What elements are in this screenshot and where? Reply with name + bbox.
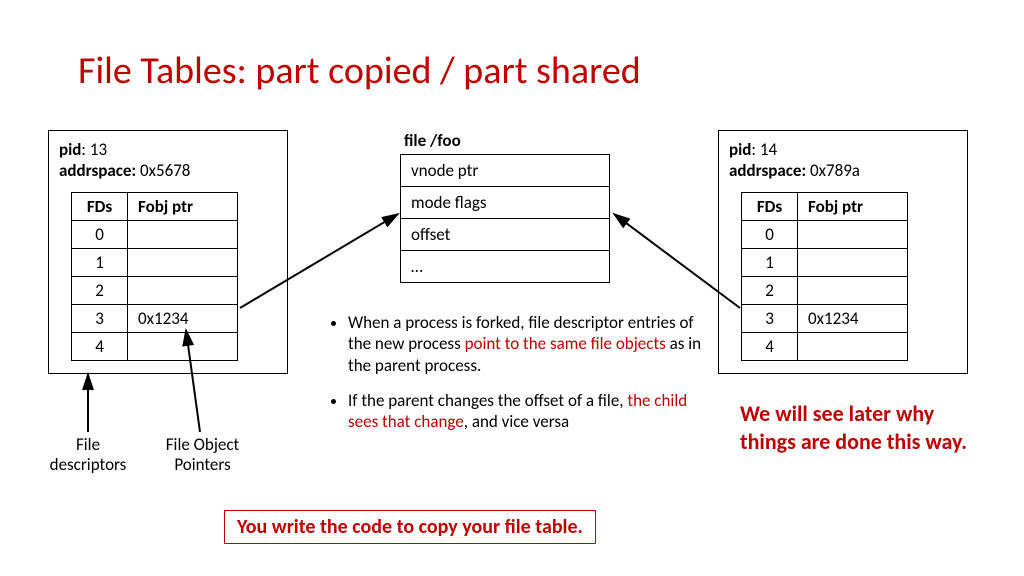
fd-table-left: FDsFobj ptr 0 1 2 30x1234 4 xyxy=(71,192,238,361)
file-label: file /foo xyxy=(404,130,610,151)
process-header-left: pid: 13 addrspace: 0x5678 xyxy=(59,139,277,182)
table-row: 4 xyxy=(72,332,238,360)
table-row: 0 xyxy=(742,220,908,248)
annot-file-descriptors: File descriptors xyxy=(38,435,138,474)
table-row: 0 xyxy=(72,220,238,248)
list-item: If the parent changes the offset of a fi… xyxy=(348,390,710,433)
process-header-right: pid: 14 addrspace: 0x789a xyxy=(729,139,957,182)
annot-fobj-pointers: File Object Pointers xyxy=(150,435,255,474)
process-box-left: pid: 13 addrspace: 0x5678 FDsFobj ptr 0 … xyxy=(48,130,288,374)
slide-title: File Tables: part copied / part shared xyxy=(78,48,641,94)
table-row: 30x1234 xyxy=(742,304,908,332)
file-object-box: file /foo vnode ptr mode flags offset … xyxy=(400,130,610,283)
fd-table-right: FDsFobj ptr 0 1 2 30x1234 4 xyxy=(741,192,908,361)
table-row: 30x1234 xyxy=(72,304,238,332)
process-box-right: pid: 14 addrspace: 0x789a FDsFobj ptr 0 … xyxy=(718,130,968,374)
callout-box: You write the code to copy your file tab… xyxy=(224,510,596,544)
table-row: 1 xyxy=(742,248,908,276)
bullet-list: When a process is forked, file descripto… xyxy=(330,312,710,446)
table-row: 2 xyxy=(72,276,238,304)
side-note: We will see later why things are done th… xyxy=(740,400,970,455)
table-row: 2 xyxy=(742,276,908,304)
file-object-table: vnode ptr mode flags offset … xyxy=(400,154,610,283)
table-row: 1 xyxy=(72,248,238,276)
table-row: 4 xyxy=(742,332,908,360)
list-item: When a process is forked, file descripto… xyxy=(348,312,710,376)
